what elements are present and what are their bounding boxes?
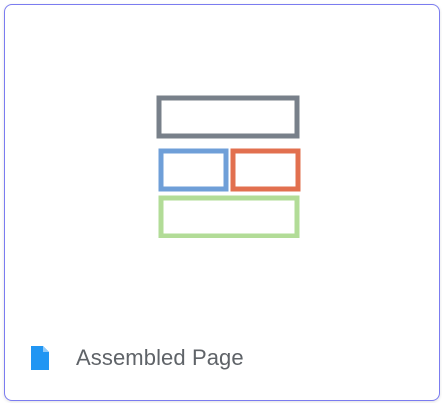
- layout-footer-block: [158, 195, 300, 238]
- page-layout-icon: [156, 95, 301, 238]
- card-footer: Assembled Page: [31, 343, 244, 373]
- assembled-page-card[interactable]: Assembled Page: [4, 4, 440, 401]
- layout-right-block: [230, 148, 301, 192]
- layout-header-block: [156, 95, 300, 139]
- document-icon: [31, 346, 49, 370]
- page-preview: [5, 5, 441, 305]
- card-title: Assembled Page: [76, 345, 244, 370]
- layout-left-block: [158, 148, 229, 192]
